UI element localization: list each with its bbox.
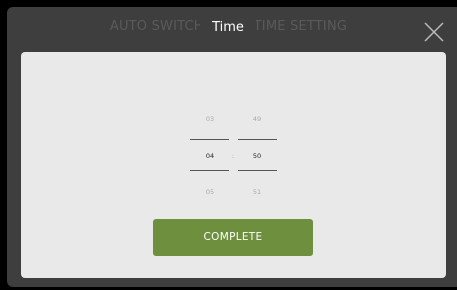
dialog-title: Time — [200, 20, 256, 35]
hour-selected-value[interactable]: 04 — [191, 153, 229, 160]
minute-selected-value[interactable]: 50 — [238, 153, 276, 160]
time-separator: : — [232, 153, 235, 160]
device-frame: AUTO SWITCH ON BY TIME SETTING Time 03 0… — [0, 0, 457, 290]
hour-top-divider — [190, 139, 229, 140]
minute-bottom-divider — [238, 170, 277, 171]
close-button[interactable] — [421, 19, 447, 45]
complete-button[interactable]: COMPLETE — [153, 219, 313, 256]
hour-bottom-divider — [190, 170, 229, 171]
hour-next-value[interactable]: 05 — [191, 189, 229, 196]
minute-top-divider — [238, 139, 277, 140]
hour-prev-value[interactable]: 03 — [191, 116, 229, 123]
minute-prev-value[interactable]: 49 — [238, 116, 276, 123]
close-x-icon — [424, 22, 444, 42]
minute-next-value[interactable]: 51 — [238, 189, 276, 196]
